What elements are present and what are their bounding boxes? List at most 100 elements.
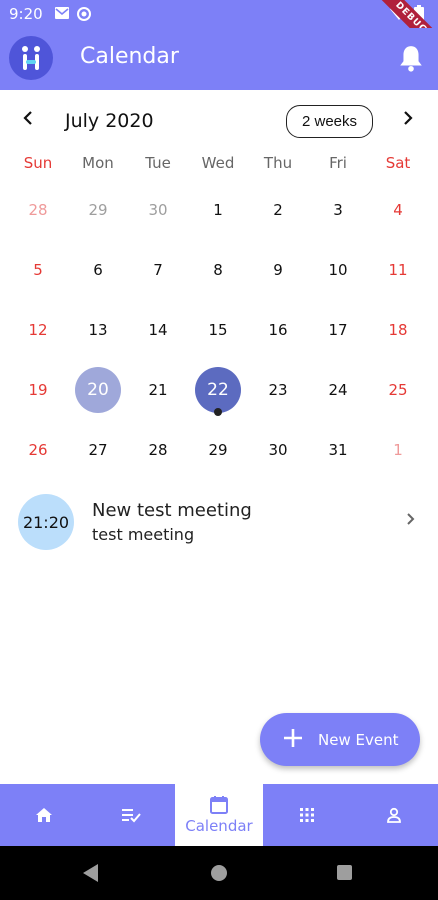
calendar-day[interactable]: 7 [128,240,188,300]
calendar-day-selected[interactable]: 22 [188,360,248,420]
nav-item-tasks[interactable] [88,784,176,846]
new-event-button[interactable]: New Event [260,713,420,766]
calendar-day[interactable]: 28 [8,180,68,240]
page-title: Calendar [80,44,179,69]
day-number: 21 [148,381,168,399]
calendar-day-today[interactable]: 20 [68,360,128,420]
weekday-label: Mon [82,154,114,172]
calendar-icon [209,796,228,814]
day-number: 13 [88,321,108,339]
calendar-day[interactable]: 30 [128,180,188,240]
calendar-grid: 28 29 30 1 2 3 4 5 6 7 8 9 10 11 12 13 1… [8,180,428,480]
event-title: New test meeting [92,500,252,521]
nav-item-apps[interactable] [263,784,351,846]
weekday-header: Sun Mon Tue Wed Thu Fri Sat [8,154,428,172]
sync-icon [77,7,91,21]
calendar-day[interactable]: 11 [368,240,428,300]
app-logo-mark [22,46,40,70]
day-number: 31 [328,441,348,459]
calendar-day[interactable]: 8 [188,240,248,300]
calendar-day[interactable]: 6 [68,240,128,300]
day-number: 1 [393,441,403,459]
calendar-day[interactable]: 4 [368,180,428,240]
calendar-day[interactable]: 24 [308,360,368,420]
app-bar: Calendar [0,28,438,90]
calendar-day[interactable]: 28 [128,420,188,480]
status-time: 9:20 [9,5,43,23]
calendar-day[interactable]: 25 [368,360,428,420]
calendar-day[interactable]: 13 [68,300,128,360]
weekday-label: Sat [385,154,411,172]
calendar-day[interactable]: 23 [248,360,308,420]
status-bar: 9:20 DEBUG [0,0,438,63]
calendar-day[interactable]: 9 [248,240,308,300]
back-icon[interactable] [83,864,98,882]
day-number: 26 [28,441,48,459]
calendar-day[interactable]: 29 [188,420,248,480]
chevron-left-icon[interactable] [22,110,34,131]
format-toggle-button[interactable]: 2 weeks [286,105,373,138]
weekday-label: Fri [329,154,347,172]
day-number: 24 [328,381,348,399]
calendar-day[interactable]: 31 [308,420,368,480]
bottom-nav: Calendar [0,784,438,846]
person-icon [387,807,402,823]
chevron-right-icon [406,510,416,531]
weekday-label: Thu [263,154,293,172]
day-number: 30 [148,201,168,219]
day-number: 9 [273,261,283,279]
day-number: 29 [208,441,228,459]
home-circle-icon[interactable] [211,865,227,881]
calendar-day[interactable]: 3 [308,180,368,240]
calendar-day[interactable]: 30 [248,420,308,480]
app-logo-icon[interactable] [9,36,53,80]
day-number: 27 [88,441,108,459]
mail-icon [55,7,69,19]
calendar-day[interactable]: 15 [188,300,248,360]
day-number: 6 [93,261,103,279]
apps-grid-icon [299,808,314,822]
day-number: 12 [28,321,48,339]
nav-item-calendar[interactable]: Calendar [175,784,263,846]
month-label: July 2020 [65,110,154,132]
new-event-label: New Event [318,730,399,749]
day-number: 30 [268,441,288,459]
weekday-label: Tue [145,154,171,172]
calendar-day[interactable]: 16 [248,300,308,360]
playlist-check-icon [122,809,142,823]
calendar-day[interactable]: 12 [8,300,68,360]
calendar-day[interactable]: 27 [68,420,128,480]
calendar-day[interactable]: 10 [308,240,368,300]
event-marker [214,408,222,416]
calendar-day[interactable]: 14 [128,300,188,360]
week-row: 5 6 7 8 9 10 11 [8,240,428,300]
calendar-day[interactable]: 19 [8,360,68,420]
calendar-day[interactable]: 2 [248,180,308,240]
event-list-item[interactable]: 21:20 New test meeting test meeting [0,490,438,554]
calendar-day[interactable]: 1 [368,420,428,480]
day-number: 18 [388,321,408,339]
system-nav-bar [0,846,438,900]
day-number: 17 [328,321,348,339]
week-row: 19 20 21 22 23 24 25 [8,360,428,420]
calendar-day[interactable]: 26 [8,420,68,480]
calendar-day[interactable]: 29 [68,180,128,240]
calendar-day[interactable]: 21 [128,360,188,420]
recent-apps-icon[interactable] [337,865,352,880]
calendar-day[interactable]: 1 [188,180,248,240]
nav-item-profile[interactable] [350,784,438,846]
calendar-day[interactable]: 17 [308,300,368,360]
bell-icon[interactable] [398,44,424,72]
nav-item-home[interactable] [0,784,88,846]
weekday-label: Sun [23,154,53,172]
calendar-day[interactable]: 5 [8,240,68,300]
nav-item-label: Calendar [185,817,253,835]
plus-icon [282,726,304,754]
chevron-right-icon[interactable] [402,110,414,131]
calendar-day[interactable]: 18 [368,300,428,360]
home-icon [35,808,52,822]
calendar-header: July 2020 2 weeks [0,100,438,144]
day-number: 2 [273,201,283,219]
day-number: 7 [153,261,163,279]
day-number: 14 [148,321,168,339]
